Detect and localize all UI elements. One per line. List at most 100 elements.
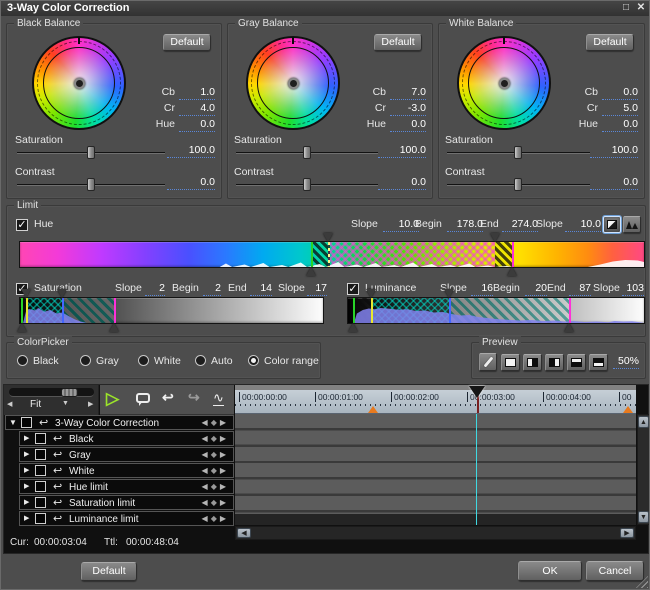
hue-end-slope-handle[interactable] [507,267,518,276]
track-row-luminance-limit[interactable]: ▶ ↩ Luminance limit ◀◆▶ [19,511,234,526]
keyframe-diamond-icon[interactable]: ◆ [211,450,220,459]
lum-end-handle[interactable] [443,289,454,298]
timeline-marker-icon[interactable] [368,406,378,413]
reset-icon[interactable]: ↩ [53,497,62,509]
radio-white[interactable] [138,355,149,366]
timeline-zoom-slider-handle[interactable] [61,388,78,397]
title-bar[interactable]: 3-Way Color Correction □ ✕ [1,1,649,16]
hue-value-field[interactable]: 0.0 [602,118,638,132]
saturation-slider-handle[interactable] [303,146,311,159]
keyframe-diamond-icon[interactable]: ◆ [211,418,220,427]
contrast-slider[interactable] [447,178,590,191]
sat-end-field[interactable]: 14 [250,282,272,296]
radio-color-range-label[interactable]: Color range [264,355,319,367]
track-checkbox[interactable] [35,449,46,460]
black-default-button[interactable]: Default [163,34,211,51]
keyframe-nav[interactable]: ◀◆▶ [202,448,229,461]
scroll-right-button[interactable]: ▶ [620,528,634,538]
comment-icon[interactable] [136,393,150,406]
wheel-knob[interactable] [73,77,85,89]
white-default-button[interactable]: Default [586,34,634,51]
luminance-limit-bar[interactable] [347,289,645,332]
preview-split-top-button[interactable] [589,354,608,371]
hue-end-field[interactable]: 274.0 [502,218,538,232]
keyframe-next-icon[interactable]: ▶ [220,498,229,507]
hue-slope2-field[interactable]: 10.0 [565,218,601,232]
timeline-marker-icon[interactable] [623,406,633,413]
track-row-black[interactable]: ▶ ↩ Black ◀◆▶ [19,431,234,446]
hue-begin-slope-handle[interactable] [306,267,317,276]
track-row-hue-limit[interactable]: ▶ ↩ Hue limit ◀◆▶ [19,479,234,494]
sat-begin-field[interactable]: 2 [203,282,221,296]
keyframe-grid[interactable] [235,414,636,514]
radio-gray-label[interactable]: Gray [96,355,119,367]
track-row-saturation-limit[interactable]: ▶ ↩ Saturation limit ◀◆▶ [19,495,234,510]
keyframe-diamond-icon[interactable]: ◆ [211,466,220,475]
close-icon[interactable]: ✕ [634,1,648,15]
radio-color-range[interactable] [248,355,259,366]
track-checkbox[interactable] [35,465,46,476]
contrast-value-field[interactable]: 0.0 [590,176,638,190]
preview-split-right-button[interactable] [523,354,542,371]
default-button[interactable]: Default [81,562,137,581]
cb-value-field[interactable]: 1.0 [179,86,215,100]
keyframe-next-icon[interactable]: ▶ [220,418,229,427]
maximize-icon[interactable]: □ [619,1,633,15]
cr-value-field[interactable]: -3.0 [390,102,426,116]
keyframe-next-icon[interactable]: ▶ [220,514,229,523]
contrast-slider[interactable] [236,178,378,191]
track-checkbox[interactable] [35,497,46,508]
keyframe-nav[interactable]: ◀◆▶ [202,432,229,445]
saturation-slider-handle[interactable] [87,146,95,159]
gray-default-button[interactable]: Default [374,34,422,51]
sat-end-slope-handle[interactable] [108,323,119,332]
sat-slope2-field[interactable]: 17 [307,282,327,296]
track-row-white[interactable]: ▶ ↩ White ◀◆▶ [19,463,234,478]
lum-end-slope-handle[interactable] [563,323,574,332]
preview-split-bottom-button[interactable] [567,354,586,371]
track-checkbox[interactable] [21,417,32,428]
hue-limit-bar[interactable] [19,233,645,276]
keyframe-prev-icon[interactable]: ◀ [202,482,211,491]
gray-color-wheel[interactable] [246,36,340,130]
play-icon[interactable]: ▷ [106,388,119,410]
timeline-ruler[interactable]: 00:00:00:00 00:00:01:00 00:00:02:00 00:0… [235,390,636,414]
lum-begin-slope-handle[interactable] [347,323,358,332]
cb-value-field[interactable]: 7.0 [390,86,426,100]
preview-full-button[interactable] [501,354,520,371]
keyframe-next-icon[interactable]: ▶ [220,450,229,459]
radio-gray[interactable] [80,355,91,366]
contrast-value-field[interactable]: 0.0 [378,176,426,190]
keyframe-diamond-icon[interactable]: ◆ [211,482,220,491]
track-checkbox[interactable] [35,481,46,492]
wheel-knob[interactable] [287,77,299,89]
expand-closed-icon[interactable]: ▶ [24,512,29,526]
reset-icon[interactable]: ↩ [39,417,48,429]
fit-next-icon[interactable]: ▶ [88,400,93,408]
hue-value-field[interactable]: 0.0 [179,118,215,132]
keyframe-nav[interactable]: ◀◆▶ [202,416,229,429]
eyedropper-button[interactable] [479,353,497,371]
expand-open-icon[interactable]: ▼ [9,416,17,430]
contrast-slider-handle[interactable] [514,178,522,191]
contrast-slider[interactable] [17,178,165,191]
keyframe-nav[interactable]: ◀◆▶ [202,480,229,493]
radio-black[interactable] [17,355,28,366]
expand-closed-icon[interactable]: ▶ [24,480,29,494]
keyframe-next-icon[interactable]: ▶ [220,482,229,491]
saturation-slider-handle[interactable] [514,146,522,159]
keyframe-next-icon[interactable]: ▶ [220,434,229,443]
lum-end-field[interactable]: 87 [569,282,591,296]
fit-dropdown[interactable]: Fit [30,399,41,410]
hue-slope1-field[interactable]: 10.0 [383,218,419,232]
scroll-down-button[interactable]: ▼ [638,511,649,523]
keyframe-prev-icon[interactable]: ◀ [202,514,211,523]
lum-slope2-field[interactable]: 103 [622,282,644,296]
expand-closed-icon[interactable]: ▶ [24,448,29,462]
black-color-wheel[interactable] [32,36,126,130]
scroll-left-button[interactable]: ◀ [237,528,251,538]
contrast-slider-handle[interactable] [87,178,95,191]
expand-closed-icon[interactable]: ▶ [24,464,29,478]
radio-black-label[interactable]: Black [33,355,59,367]
vertical-scrollbar[interactable]: ▲ ▼ [637,414,649,525]
